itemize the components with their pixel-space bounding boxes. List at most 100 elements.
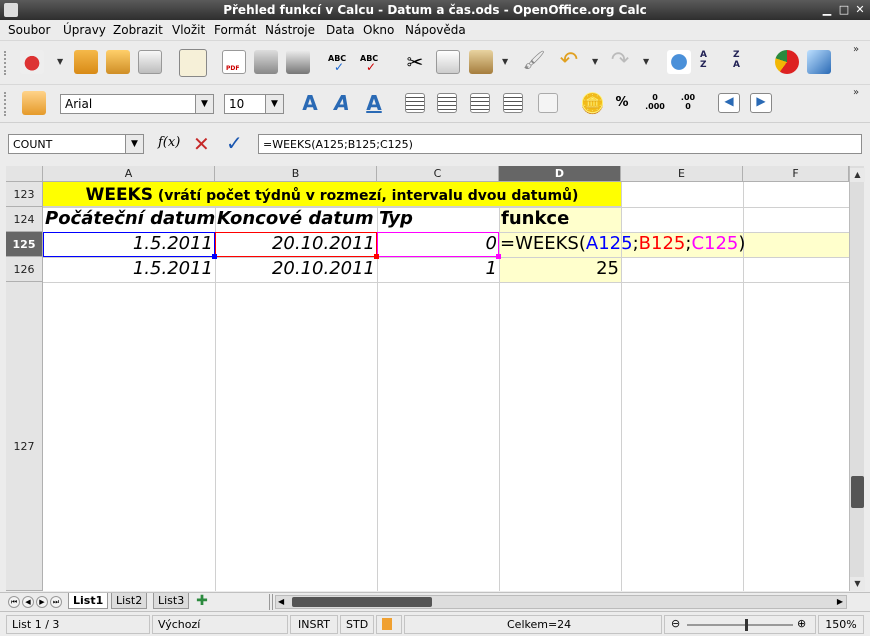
chevron-down-icon[interactable]: ▼ (265, 95, 283, 113)
cancel-icon[interactable]: ✕ (193, 132, 210, 156)
cell-a126[interactable]: 1.5.2011 (43, 258, 213, 279)
horizontal-scroll-thumb[interactable] (292, 597, 432, 607)
new-dropdown-icon[interactable]: ▼ (57, 57, 63, 66)
spellcheck-icon[interactable]: ABC ✓ (328, 50, 352, 74)
underline-icon[interactable]: A (362, 91, 386, 115)
font-name-combo[interactable]: Arial ▼ (60, 94, 214, 114)
next-sheet-icon[interactable]: ▶ (36, 596, 48, 608)
zoom-in-icon[interactable]: ⊕ (797, 617, 806, 630)
draw-functions-icon[interactable] (807, 50, 831, 74)
function-wizard-button[interactable]: f(x) (158, 135, 180, 150)
italic-icon[interactable]: A (330, 91, 354, 115)
vertical-scrollbar[interactable]: ▲ ▼ (849, 166, 865, 591)
row-header-123[interactable]: 123 (6, 182, 43, 207)
menu-napoveda[interactable]: Nápověda (405, 23, 466, 37)
name-box[interactable]: COUNT ▼ (8, 134, 144, 154)
tab-list2[interactable]: List2 (111, 593, 148, 609)
styles-formatting-icon[interactable] (22, 91, 46, 115)
scroll-down-icon[interactable]: ▼ (850, 577, 865, 591)
cell-d125-editing[interactable]: =WEEKS(A125;B125;C125) (500, 233, 745, 254)
paste-dropdown-icon[interactable]: ▼ (502, 57, 508, 66)
autospellcheck-icon[interactable]: ABC ✓ (360, 50, 384, 74)
zoom-level[interactable]: 150% (818, 615, 864, 634)
cell-a125[interactable]: 1.5.2011 (43, 233, 213, 254)
undo-icon[interactable]: ↶ (557, 50, 581, 74)
print-icon[interactable] (254, 50, 278, 74)
sort-ascending-icon[interactable]: AZ (700, 50, 724, 74)
paste-icon[interactable] (469, 50, 493, 74)
align-right-icon[interactable] (470, 93, 490, 113)
spreadsheet-grid[interactable]: A B C D E F 123 124 125 126 127 WEEKS (v… (6, 166, 849, 591)
menu-data[interactable]: Data (326, 23, 355, 37)
title-cell-a123[interactable]: WEEKS (vrátí počet týdnů v rozmezí, inte… (43, 182, 621, 207)
column-header-b[interactable]: B (215, 166, 377, 182)
toolbar-grip[interactable] (4, 92, 8, 116)
sort-descending-icon[interactable]: ZA (733, 50, 757, 74)
menu-format[interactable]: Formát (214, 23, 256, 37)
tab-list3[interactable]: List3 (153, 593, 190, 609)
cut-icon[interactable]: ✂ (403, 50, 427, 74)
zoom-track[interactable] (687, 624, 793, 626)
insert-mode[interactable]: INSRT (290, 615, 338, 634)
minimize-icon[interactable]: ▁ (820, 3, 834, 17)
copy-icon[interactable] (436, 50, 460, 74)
zoom-out-icon[interactable]: ⊖ (671, 617, 680, 630)
chevron-down-icon[interactable]: ▼ (195, 95, 213, 113)
cell-d124[interactable]: funkce (501, 208, 569, 229)
new-document-icon[interactable] (20, 50, 44, 74)
menu-zobrazit[interactable]: Zobrazit (113, 23, 163, 37)
tab-list1[interactable]: List1 (68, 593, 109, 609)
delete-decimal-icon[interactable]: .00 0 (676, 93, 700, 111)
email-icon[interactable] (138, 50, 162, 74)
page-style[interactable]: Výchozí (152, 615, 288, 634)
menu-soubor[interactable]: Soubor (8, 23, 50, 37)
tab-splitter[interactable] (269, 594, 273, 610)
chevron-down-icon[interactable]: ▼ (125, 135, 143, 153)
prev-sheet-icon[interactable]: ◀ (22, 596, 34, 608)
horizontal-scrollbar[interactable]: ◀ ▶ (275, 595, 847, 609)
select-all-corner[interactable] (6, 166, 43, 182)
accept-icon[interactable]: ✓ (226, 131, 243, 155)
vertical-scroll-thumb[interactable] (851, 476, 864, 508)
column-header-e[interactable]: E (621, 166, 743, 182)
close-icon[interactable]: ✕ (853, 3, 867, 17)
align-left-icon[interactable] (405, 93, 425, 113)
undo-dropdown-icon[interactable]: ▼ (592, 57, 598, 66)
open-folder-icon[interactable] (74, 50, 98, 74)
last-sheet-icon[interactable]: ⏭ (50, 596, 62, 608)
cell-b124[interactable]: Koncové datum (217, 208, 374, 229)
cell-c125[interactable]: 0 (377, 233, 497, 254)
row-header-126[interactable]: 126 (6, 257, 43, 282)
page-preview-icon[interactable] (286, 50, 310, 74)
row-header-124[interactable]: 124 (6, 207, 43, 232)
zoom-thumb[interactable] (745, 619, 748, 631)
menu-upravy[interactable]: Úpravy (63, 23, 106, 37)
scroll-left-icon[interactable]: ◀ (278, 596, 284, 608)
format-paintbrush-icon[interactable]: 🖌 (522, 50, 546, 74)
column-header-d[interactable]: D (499, 166, 621, 182)
add-decimal-icon[interactable]: 0.000 (643, 93, 667, 111)
cell-b125[interactable]: 20.10.2011 (215, 233, 375, 254)
sum-display[interactable]: Celkem=24 (404, 615, 662, 634)
toolbar-overflow-icon[interactable]: » (853, 87, 859, 98)
hyperlink-icon[interactable] (667, 50, 691, 74)
chart-icon[interactable] (775, 50, 799, 74)
edit-file-icon[interactable] (179, 49, 207, 77)
column-header-f[interactable]: F (743, 166, 849, 182)
cell-d126[interactable]: 25 (499, 258, 619, 279)
column-header-a[interactable]: A (43, 166, 215, 182)
currency-format-icon[interactable]: 🪙 (580, 91, 605, 115)
zoom-slider[interactable]: ⊖ ⊕ (664, 615, 816, 634)
column-header-c[interactable]: C (377, 166, 499, 182)
toolbar-grip[interactable] (4, 51, 8, 75)
menu-nastroje[interactable]: Nástroje (265, 23, 315, 37)
add-sheet-icon[interactable]: ✚ (195, 594, 209, 609)
redo-icon[interactable]: ↷ (608, 50, 632, 74)
save-icon[interactable] (106, 50, 130, 74)
cell-c126[interactable]: 1 (377, 258, 497, 279)
cell-b126[interactable]: 20.10.2011 (215, 258, 375, 279)
font-size-combo[interactable]: 10 ▼ (224, 94, 284, 114)
redo-dropdown-icon[interactable]: ▼ (643, 57, 649, 66)
export-pdf-icon[interactable]: PDF (222, 50, 246, 74)
selection-mode[interactable]: STD (340, 615, 374, 634)
